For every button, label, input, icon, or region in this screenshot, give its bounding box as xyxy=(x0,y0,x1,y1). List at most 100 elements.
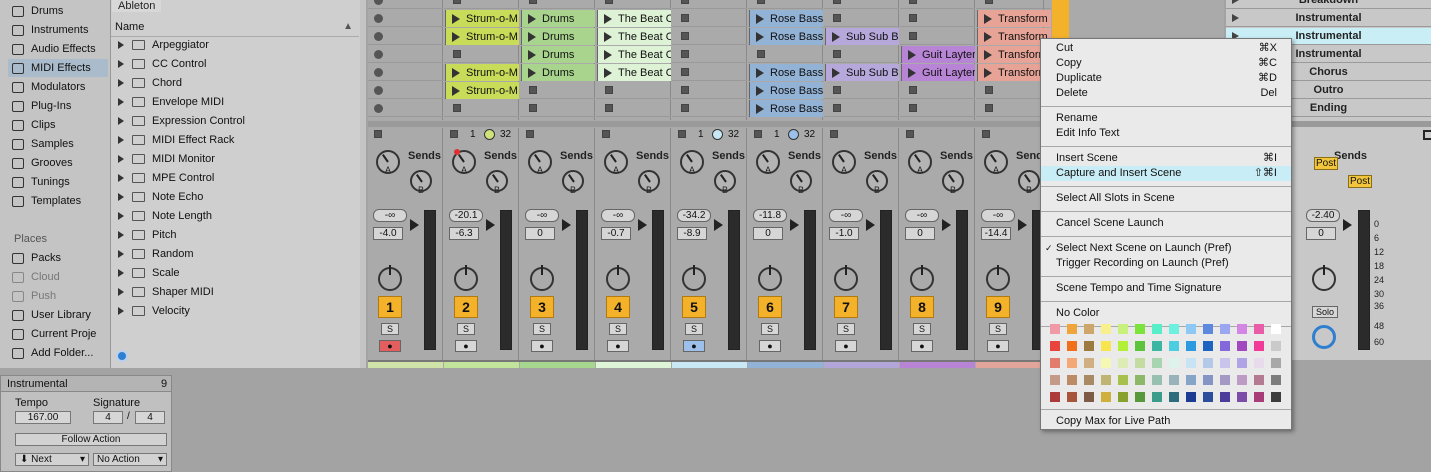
clip-launch-icon[interactable] xyxy=(452,31,460,42)
record-slot-icon[interactable] xyxy=(374,68,383,77)
scene-launch-icon[interactable] xyxy=(1232,14,1239,22)
menu-item-select-all-slots-in-scene[interactable]: Select All Slots in Scene xyxy=(1041,191,1291,206)
arm-button[interactable]: ● xyxy=(683,340,705,352)
pan-knob[interactable] xyxy=(378,265,402,291)
color-swatch[interactable] xyxy=(1186,341,1196,351)
expand-arrow-icon[interactable] xyxy=(118,79,124,87)
color-swatch[interactable] xyxy=(1101,341,1111,351)
expand-arrow-icon[interactable] xyxy=(118,231,124,239)
color-swatch[interactable] xyxy=(1271,324,1281,334)
volume-field[interactable]: -1.0 xyxy=(829,227,859,240)
color-swatch[interactable] xyxy=(1084,392,1094,402)
record-slot-icon[interactable] xyxy=(374,32,383,41)
color-swatch[interactable] xyxy=(1152,341,1162,351)
menu-item-delete[interactable]: Delete Del xyxy=(1041,86,1291,101)
expand-arrow-icon[interactable] xyxy=(118,41,124,49)
color-swatch[interactable] xyxy=(1135,392,1145,402)
clip-launch-icon[interactable] xyxy=(528,67,536,78)
scene-row[interactable]: Breakdown xyxy=(1226,0,1431,9)
stop-slot-icon[interactable] xyxy=(909,0,917,4)
stop-slot-icon[interactable] xyxy=(757,0,765,4)
color-swatch[interactable] xyxy=(1237,358,1247,368)
browser-item[interactable]: MPE Control xyxy=(118,169,214,187)
color-swatch[interactable] xyxy=(1220,392,1230,402)
peak-level-display[interactable]: -∞ xyxy=(981,209,1015,222)
stop-slot-icon[interactable] xyxy=(909,14,917,22)
arm-button[interactable]: ● xyxy=(455,340,477,352)
volume-field[interactable]: -4.0 xyxy=(373,227,403,240)
color-swatch[interactable] xyxy=(1271,375,1281,385)
menu-item-trigger-recording-on-launch-pref[interactable]: Trigger Recording on Launch (Pref) xyxy=(1041,256,1291,271)
track-activator-button[interactable]: 5 xyxy=(682,296,706,318)
place-add-folder-[interactable]: Add Folder... xyxy=(12,344,93,362)
peak-level-display[interactable]: -∞ xyxy=(373,209,407,222)
clip-slot[interactable]: Rose Bass xyxy=(749,82,823,99)
master-peak-display[interactable]: -2.40 xyxy=(1306,209,1340,222)
track-activator-button[interactable]: 1 xyxy=(378,296,402,318)
color-swatch[interactable] xyxy=(1118,392,1128,402)
stop-slot-icon[interactable] xyxy=(605,104,613,112)
master-pan-knob[interactable] xyxy=(1312,265,1336,291)
record-slot-icon[interactable] xyxy=(374,14,383,23)
clip-launch-icon[interactable] xyxy=(984,49,992,60)
color-swatch[interactable] xyxy=(1237,392,1247,402)
follow-action-b-select[interactable]: No Action ▾ xyxy=(93,453,167,466)
clip-slot[interactable]: Transform xyxy=(977,10,1051,27)
arm-button[interactable]: ● xyxy=(759,340,781,352)
scene-row[interactable]: Instrumental xyxy=(1226,10,1431,27)
browser-item[interactable]: Pitch xyxy=(118,226,176,244)
clip-slot[interactable]: Sub Sub Ba xyxy=(825,28,899,45)
solo-button[interactable]: S xyxy=(685,323,703,335)
color-swatch[interactable] xyxy=(1152,324,1162,334)
category-instruments[interactable]: Instruments xyxy=(12,21,88,39)
stop-slot-icon[interactable] xyxy=(453,104,461,112)
color-swatch[interactable] xyxy=(1050,358,1060,368)
hotswap-icon[interactable] xyxy=(116,350,128,362)
expand-arrow-icon[interactable] xyxy=(118,155,124,163)
stop-slot-icon[interactable] xyxy=(681,68,689,76)
menu-item-cut[interactable]: Cut ⌘X xyxy=(1041,41,1291,56)
category-drums[interactable]: Drums xyxy=(12,2,63,20)
color-swatch[interactable] xyxy=(1067,375,1077,385)
pan-knob[interactable] xyxy=(986,265,1010,291)
expand-arrow-icon[interactable] xyxy=(118,288,124,296)
color-swatch[interactable] xyxy=(1220,341,1230,351)
stop-slot-icon[interactable] xyxy=(605,86,613,94)
volume-fader-handle[interactable] xyxy=(486,219,495,231)
stop-slot-icon[interactable] xyxy=(681,32,689,40)
stop-slot-icon[interactable] xyxy=(833,14,841,22)
color-swatch[interactable] xyxy=(1050,392,1060,402)
solo-button[interactable]: S xyxy=(609,323,627,335)
color-swatch[interactable] xyxy=(1203,375,1213,385)
place-push[interactable]: Push xyxy=(12,287,56,305)
peak-level-display[interactable]: -11.8 xyxy=(753,209,787,222)
stop-slot-icon[interactable] xyxy=(909,104,917,112)
color-swatch[interactable] xyxy=(1118,341,1128,351)
clip-launch-icon[interactable] xyxy=(604,13,612,24)
record-slot-icon[interactable] xyxy=(374,50,383,59)
stop-slot-icon[interactable] xyxy=(605,0,613,4)
stop-slot-icon[interactable] xyxy=(529,86,537,94)
color-swatch[interactable] xyxy=(1118,375,1128,385)
arm-button[interactable]: ● xyxy=(531,340,553,352)
clip-launch-icon[interactable] xyxy=(756,67,764,78)
volume-field[interactable]: 0 xyxy=(753,227,783,240)
breadcrumb[interactable]: Ableton xyxy=(112,0,162,12)
stop-slot-icon[interactable] xyxy=(529,104,537,112)
volume-fader-handle[interactable] xyxy=(410,219,419,231)
clip-slot[interactable]: Rose Bass xyxy=(749,100,823,117)
stop-slot-icon[interactable] xyxy=(985,86,993,94)
stop-slot-icon[interactable] xyxy=(833,0,841,4)
color-swatch[interactable] xyxy=(1084,375,1094,385)
peak-level-display[interactable]: -∞ xyxy=(601,209,635,222)
color-swatch[interactable] xyxy=(1135,324,1145,334)
clip-slot[interactable]: The Beat O xyxy=(597,46,671,63)
stop-slot-icon[interactable] xyxy=(833,104,841,112)
stop-slot-icon[interactable] xyxy=(529,0,537,4)
track-activator-button[interactable]: 7 xyxy=(834,296,858,318)
color-swatch[interactable] xyxy=(1152,358,1162,368)
category-plug-ins[interactable]: Plug-Ins xyxy=(12,97,71,115)
color-swatch[interactable] xyxy=(1135,341,1145,351)
pan-knob[interactable] xyxy=(606,265,630,291)
clip-slot[interactable]: Drums xyxy=(521,46,595,63)
